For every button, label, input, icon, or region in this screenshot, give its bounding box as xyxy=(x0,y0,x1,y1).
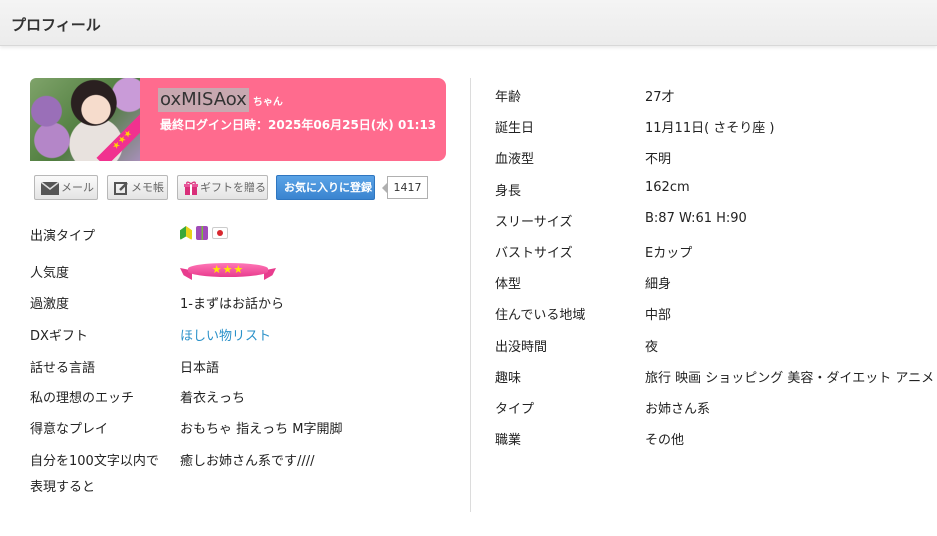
detail-label: 話せる言語 xyxy=(30,361,96,376)
detail-value: 夜 xyxy=(645,340,659,355)
detail-value: B:87 W:61 H:90 xyxy=(645,211,747,226)
detail-value: 着衣えっち xyxy=(180,391,246,406)
detail-label: 私の理想のエッチ xyxy=(30,391,135,406)
last-login: 最終ログイン日時：2025年06月25日(水) 01:13 xyxy=(160,118,437,132)
performer-name: oxMISAox xyxy=(158,88,249,112)
mail-button-label: メール xyxy=(61,181,94,194)
detail-value: その他 xyxy=(645,433,685,448)
detail-label: 体型 xyxy=(495,277,522,292)
detail-label: 出演タイプ xyxy=(30,229,96,244)
popularity-stars: ★★★ xyxy=(211,263,245,276)
detail-label: 趣味 xyxy=(495,371,522,386)
detail-label: 職業 xyxy=(495,433,522,448)
gift-icon xyxy=(184,181,198,195)
popularity-ribbon: ★★★ xyxy=(180,259,276,283)
detail-label: 血液型 xyxy=(495,152,535,167)
detail-label: 年齢 xyxy=(495,90,522,105)
column-divider xyxy=(470,78,471,512)
detail-label: 身長 xyxy=(495,184,522,199)
detail-label: 過激度 xyxy=(30,297,70,312)
name-panel: oxMISAox ちゃん 最終ログイン日時：2025年06月25日(水) 01:1… xyxy=(140,78,446,161)
memo-button-label: メモ帳 xyxy=(131,181,164,194)
detail-label: バストサイズ xyxy=(495,246,573,261)
page-title: プロフィール xyxy=(11,16,101,34)
detail-label: 誕生日 xyxy=(495,121,535,136)
detail-value: 162cm xyxy=(645,180,690,195)
favorite-count: 1417 xyxy=(382,176,428,199)
detail-value: 11月11日( さそり座 ) xyxy=(645,121,775,136)
type-icons xyxy=(180,226,232,242)
detail-label-line2: 表現すると xyxy=(30,480,96,495)
detail-value: 中部 xyxy=(645,308,672,323)
detail-value: 旅行 映画 ショッピング 美容・ダイエット アニメ xyxy=(645,371,935,386)
mail-button[interactable]: メール xyxy=(34,175,98,200)
gift-button[interactable]: ギフトを贈る xyxy=(177,175,268,200)
detail-label: 人気度 xyxy=(30,266,70,281)
japan-flag-icon xyxy=(212,227,228,239)
detail-label: 出没時間 xyxy=(495,340,548,355)
detail-label: DXギフト xyxy=(30,329,88,344)
detail-value: 27才 xyxy=(645,90,675,105)
detail-value: 癒しお姉さん系です//// xyxy=(180,454,315,469)
memo-button[interactable]: メモ帳 xyxy=(107,175,168,200)
add-favorite-button[interactable]: お気に入りに登録 xyxy=(276,175,375,200)
detail-value: おもちゃ 指えっち M字開脚 xyxy=(180,422,343,437)
beginner-leaf-icon xyxy=(180,226,192,240)
wishlist-link[interactable]: ほしい物リスト xyxy=(180,325,271,344)
header-bar: プロフィール xyxy=(0,0,937,46)
memo-icon xyxy=(114,181,128,195)
detail-value: 1-まずはお話から xyxy=(180,297,284,312)
detail-label: タイプ xyxy=(495,402,535,417)
avatar[interactable]: ★★★ xyxy=(30,78,140,161)
detail-label: 住んでいる地域 xyxy=(495,308,586,323)
mail-icon xyxy=(41,181,59,195)
gift-button-label: ギフトを贈る xyxy=(200,181,266,194)
detail-label: 得意なプレイ xyxy=(30,422,109,437)
detail-label: スリーサイズ xyxy=(495,215,573,230)
bottle-icon xyxy=(196,226,208,240)
name-row: oxMISAox ちゃん xyxy=(158,88,283,112)
detail-value: 不明 xyxy=(645,152,672,167)
avatar-rank-ribbon: ★★★ xyxy=(96,113,140,161)
profile-card: ★★★ oxMISAox ちゃん 最終ログイン日時：2025年06月25日(水) … xyxy=(30,78,446,161)
name-honorific: ちゃん xyxy=(252,97,283,108)
detail-value: 細身 xyxy=(645,277,672,292)
detail-value: Eカップ xyxy=(645,246,693,261)
detail-value: 日本語 xyxy=(180,361,220,376)
detail-value: お姉さん系 xyxy=(645,402,711,417)
detail-label-line1: 自分を100文字以内で xyxy=(30,454,159,469)
